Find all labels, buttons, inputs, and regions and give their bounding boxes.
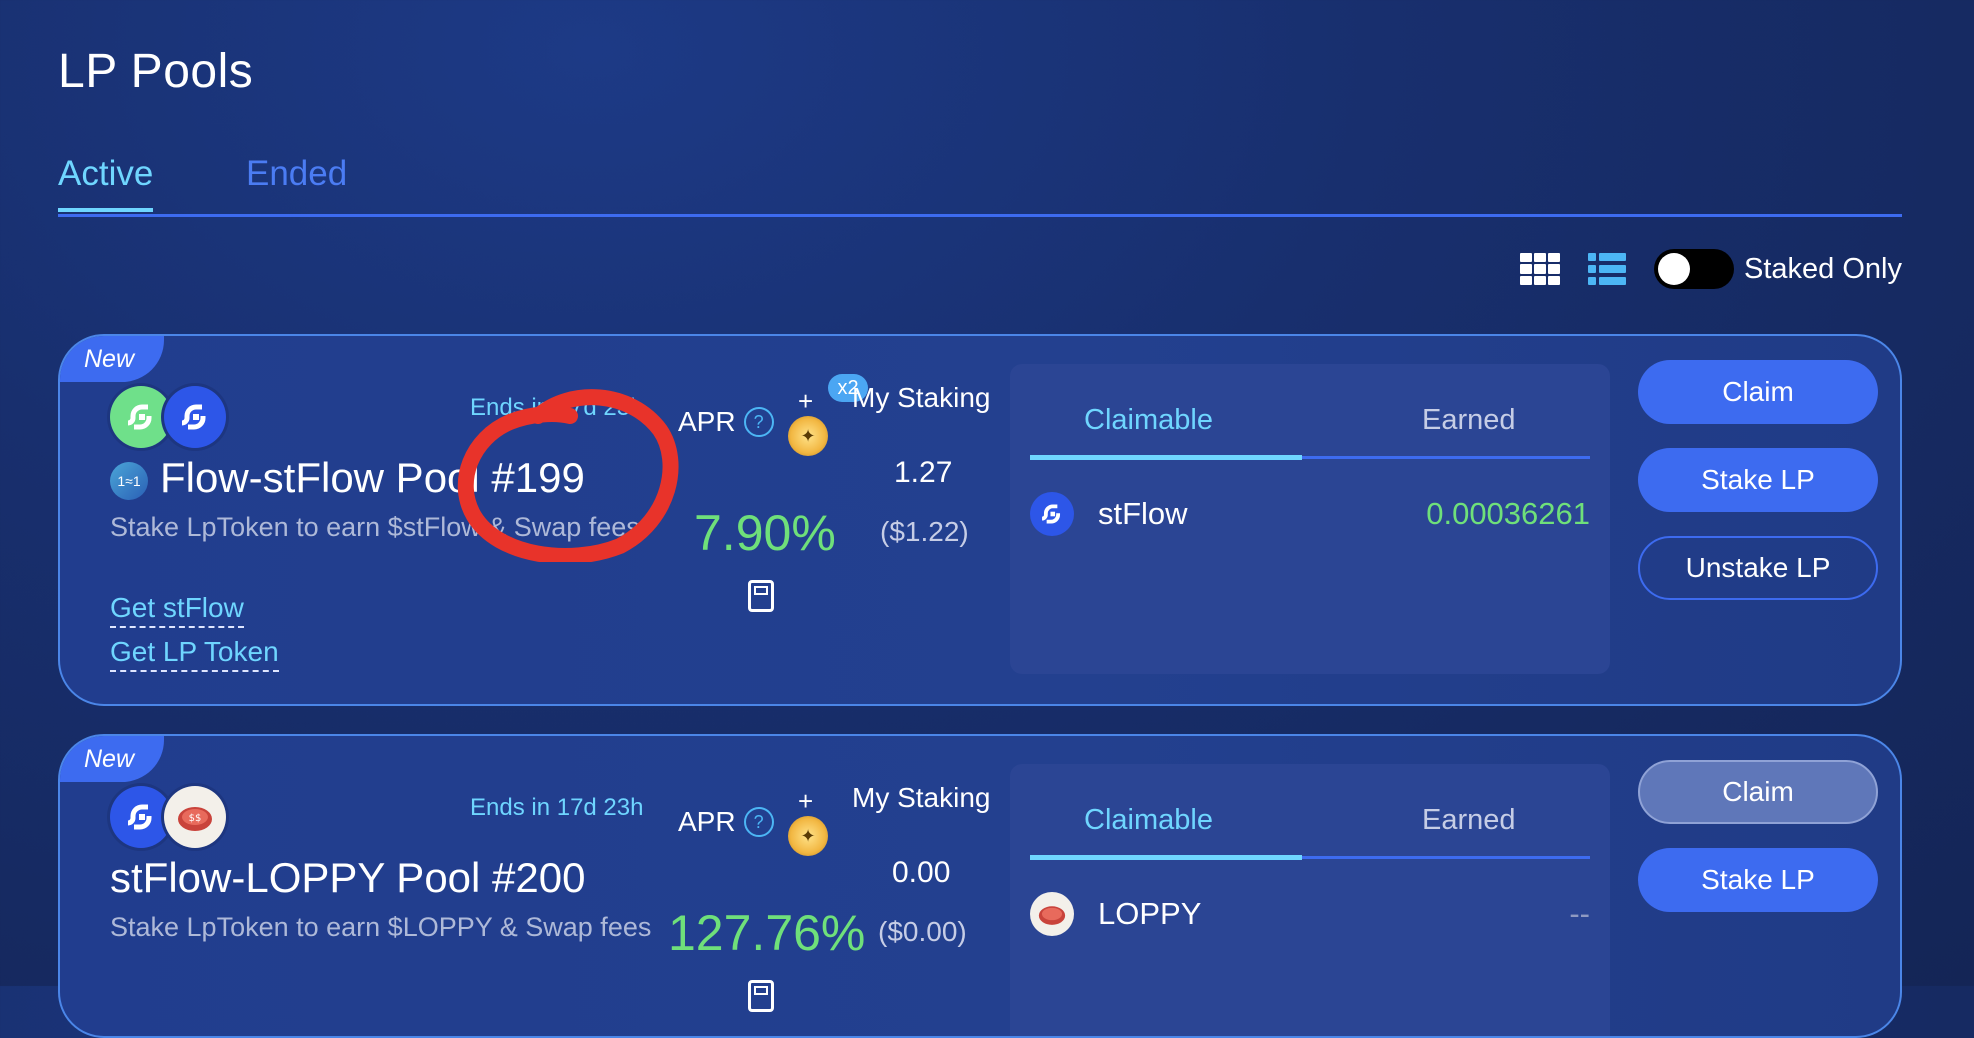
apr-value: 7.90% [694,505,836,561]
pool-title: 1≈1 Flow-stFlow Pool #199 [110,454,585,502]
stflow-token-icon [110,786,172,848]
loppy-token-icon: $$ [164,786,226,848]
apr-label: APR ? [678,406,774,438]
calculator-icon[interactable] [748,980,774,1012]
stflow-token-icon [164,386,226,448]
flow-token-icon [110,386,172,448]
tab-earned[interactable]: Earned [1422,804,1516,837]
svg-text:$$: $$ [189,813,202,824]
my-staking-label: My Staking [852,782,991,813]
boost-plus: + [798,786,814,816]
pool-title-text: Flow-stFlow Pool #199 [160,454,585,501]
tab-earned[interactable]: Earned [1422,404,1516,437]
pool-card: New $$ Ends in 17d 23h stFlow-LOPPY Pool… [58,734,1902,1038]
reward-value: -- [1569,896,1590,931]
pool-description: Stake LpToken to earn $stFlow & Swap fee… [110,512,640,542]
tab-underline-active [1030,455,1302,460]
claim-button[interactable]: Claim [1638,760,1878,824]
help-icon[interactable]: ? [743,407,774,437]
token-pair [110,386,240,450]
staked-only-label: Staked Only [1744,252,1902,285]
my-staking-amount: 0.00 [892,856,951,889]
stake-lp-button[interactable]: Stake LP [1638,448,1878,512]
stflow-token-icon [1030,492,1074,536]
boost-medal-icon: ✦ [788,416,828,456]
tab-claimable[interactable]: Claimable [1084,804,1213,837]
tab-ended[interactable]: Ended [246,154,347,194]
my-staking-label: My Staking [852,382,991,413]
apr-label: APR ? [678,806,774,838]
rewards-panel: Claimable Earned stFlow 0.00036261 [1010,364,1610,674]
pool-title: stFlow-LOPPY Pool #200 [110,854,585,902]
get-stflow-link[interactable]: Get stFlow [110,592,244,628]
new-badge: New [60,736,164,782]
boost-plus: + [798,386,814,416]
apr-label-text: APR [678,406,736,437]
apr-value: 127.76% [668,905,866,961]
list-view-icon[interactable] [1588,253,1627,285]
ratio-badge: 1≈1 [110,461,148,500]
reward-value: 0.00036261 [1426,496,1590,531]
my-staking-usd: ($0.00) [878,916,967,947]
pool-ends-label: Ends in 17d 23h [470,794,644,821]
apr-label-text: APR [678,806,736,837]
rewards-panel: Claimable Earned LOPPY -- [1010,764,1610,1036]
pool-card: New Ends in 17d 23h 1≈1 Flow-stFlow Pool … [58,334,1902,706]
staked-only-toggle[interactable] [1654,249,1735,289]
reward-token-name: stFlow [1098,496,1188,531]
grid-view-icon[interactable] [1520,253,1561,285]
claim-button[interactable]: Claim [1638,360,1878,424]
calculator-icon[interactable] [748,580,774,612]
stake-lp-button[interactable]: Stake LP [1638,848,1878,912]
my-staking-amount: 1.27 [894,456,953,489]
reward-token-name: LOPPY [1098,896,1202,931]
view-controls: Staked Only [1520,248,1902,290]
pool-title-text: stFlow-LOPPY Pool #200 [110,854,586,901]
tab-active[interactable]: Active [58,154,154,212]
pool-tabs: Active Ended [58,150,1902,217]
get-lp-token-link[interactable]: Get LP Token [110,636,279,672]
unstake-lp-button[interactable]: Unstake LP [1638,536,1878,600]
new-badge: New [60,336,164,382]
boost-medal-icon: ✦ [788,816,828,856]
my-staking-usd: ($1.22) [880,516,969,547]
pool-ends-label: Ends in 17d 23h [470,394,644,421]
help-icon[interactable]: ? [743,807,774,837]
tab-claimable[interactable]: Claimable [1084,404,1213,437]
loppy-token-icon [1030,892,1074,936]
page-title: LP Pools [58,45,254,98]
tab-underline-active [1030,855,1302,860]
pool-description: Stake LpToken to earn $LOPPY & Swap fees [110,912,652,942]
token-pair: $$ [110,786,240,850]
